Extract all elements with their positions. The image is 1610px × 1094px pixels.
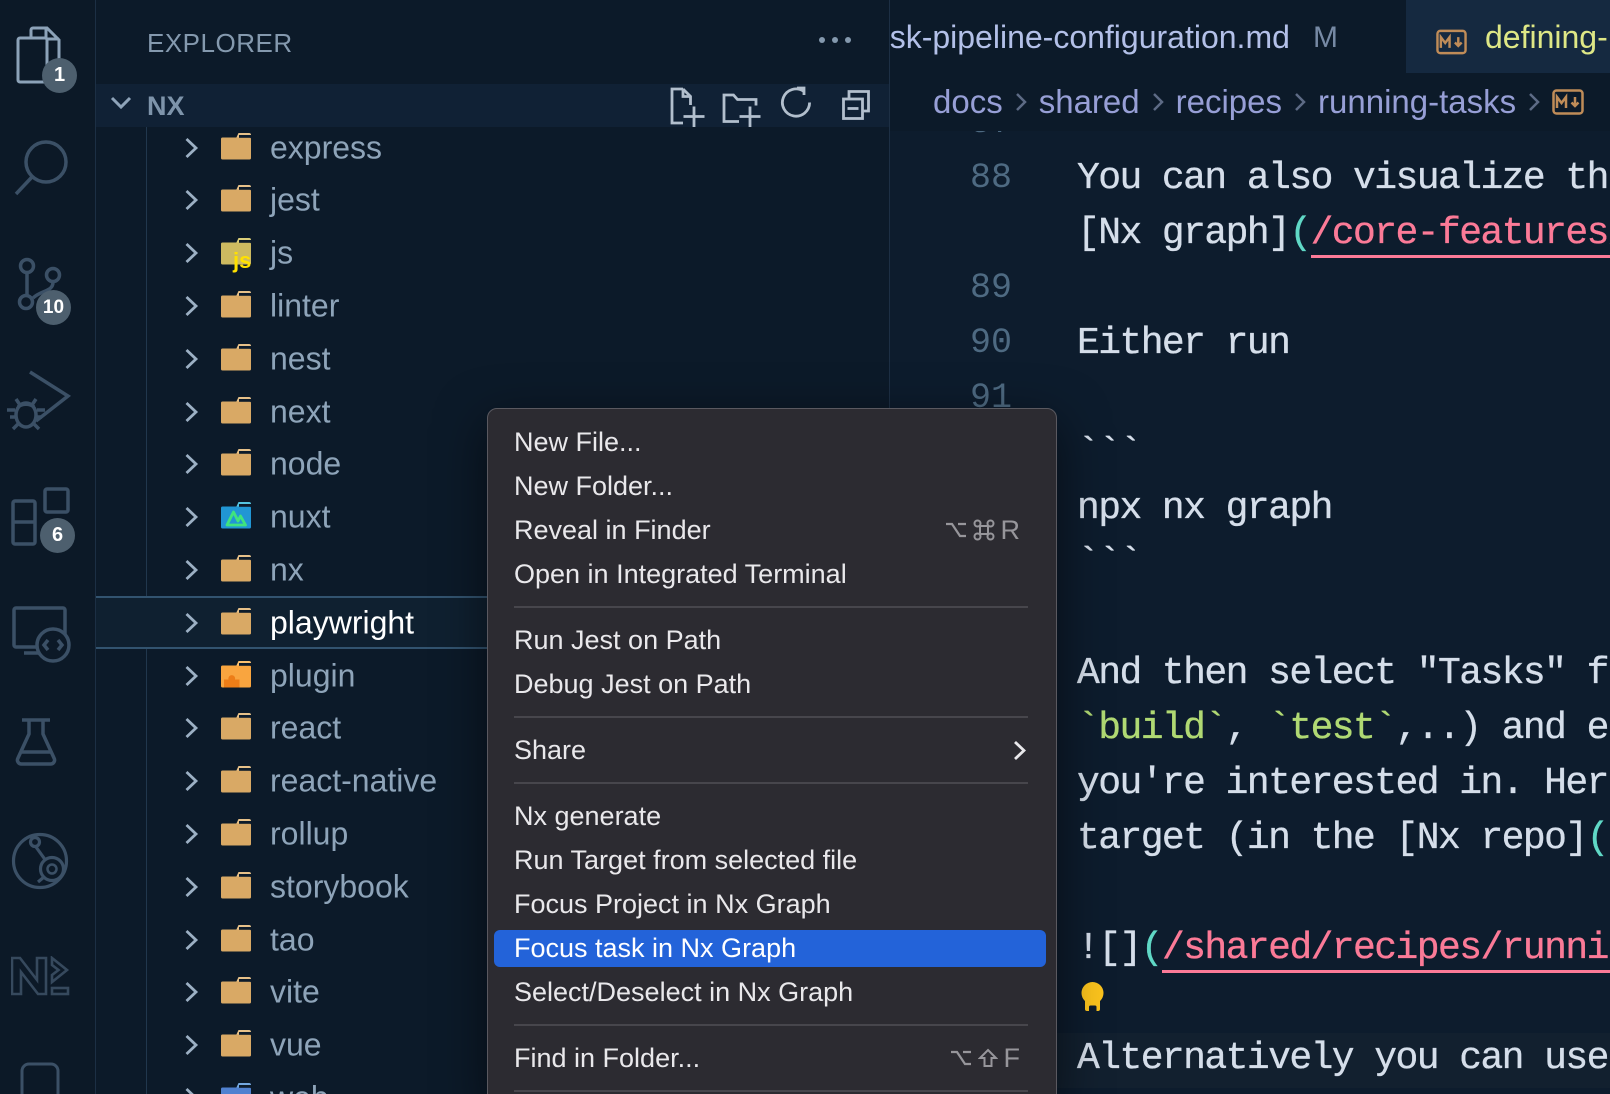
svg-text:js: js — [232, 248, 251, 273]
